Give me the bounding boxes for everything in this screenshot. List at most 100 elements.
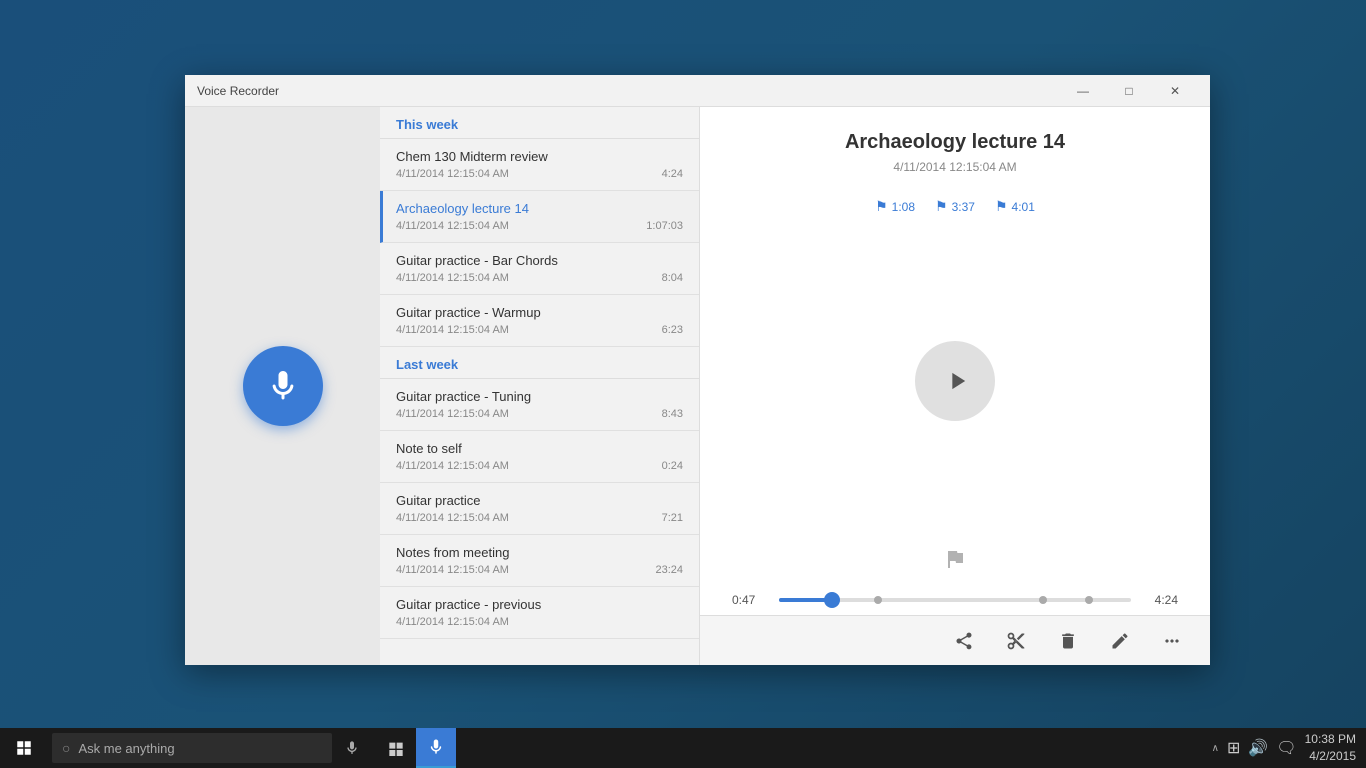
clock-date: 4/2/2015 bbox=[1305, 748, 1356, 765]
more-button[interactable] bbox=[1154, 623, 1190, 659]
taskbar-clock: 10:38 PM 4/2/2015 bbox=[1305, 731, 1356, 765]
flag-icon-1: ⚑ bbox=[875, 198, 888, 215]
recording-duration: 8:43 bbox=[662, 408, 683, 420]
recording-meta: 4/11/2014 12:15:04 AM 8:43 bbox=[396, 408, 683, 420]
share-button[interactable] bbox=[946, 623, 982, 659]
recording-name: Guitar practice - Tuning bbox=[396, 389, 683, 404]
maximize-button[interactable]: □ bbox=[1106, 75, 1152, 107]
share-icon bbox=[954, 631, 974, 651]
recording-name: Guitar practice bbox=[396, 493, 683, 508]
search-icon: ○ bbox=[62, 740, 70, 756]
taskbar-right: ∧ ⊞ 🔊 🗨 10:38 PM 4/2/2015 bbox=[1202, 731, 1366, 765]
trim-icon bbox=[1006, 631, 1026, 651]
recording-duration: 7:21 bbox=[662, 512, 683, 524]
marker-dot-2 bbox=[1039, 596, 1047, 604]
record-button[interactable] bbox=[243, 346, 323, 426]
voice-recorder-icon bbox=[427, 738, 445, 756]
add-marker-button[interactable] bbox=[943, 547, 967, 577]
app-content: This week Chem 130 Midterm review 4/11/2… bbox=[185, 107, 1210, 665]
marker-dot-1 bbox=[874, 596, 882, 604]
recording-date: 4/11/2014 12:15:04 AM bbox=[396, 408, 509, 420]
recording-duration: 1:07:03 bbox=[646, 220, 683, 232]
marker-2[interactable]: ⚑ 3:37 bbox=[935, 198, 975, 215]
list-item[interactable]: Notes from meeting 4/11/2014 12:15:04 AM… bbox=[380, 535, 699, 587]
windows-icon bbox=[15, 739, 33, 757]
task-view-icon bbox=[388, 740, 404, 756]
progress-area: 0:47 4:24 bbox=[700, 585, 1210, 615]
recording-name: Guitar practice - previous bbox=[396, 597, 683, 612]
marker-time-2: 3:37 bbox=[952, 200, 975, 214]
desktop: Voice Recorder — □ ✕ This week bbox=[0, 0, 1366, 768]
app-title: Voice Recorder bbox=[197, 84, 1060, 98]
taskbar-buttons bbox=[376, 728, 456, 768]
play-area bbox=[700, 223, 1210, 539]
marker-time-3: 4:01 bbox=[1012, 200, 1035, 214]
progress-bar[interactable] bbox=[779, 598, 1131, 602]
marker-3[interactable]: ⚑ 4:01 bbox=[995, 198, 1035, 215]
bottom-toolbar bbox=[700, 615, 1210, 665]
volume-icon: 🔊 bbox=[1248, 738, 1268, 758]
clock-time: 10:38 PM bbox=[1305, 731, 1356, 748]
recording-name: Notes from meeting bbox=[396, 545, 683, 560]
minimize-button[interactable]: — bbox=[1060, 75, 1106, 107]
taskbar-mic-button[interactable] bbox=[332, 728, 372, 768]
progress-thumb[interactable] bbox=[824, 592, 840, 608]
list-item[interactable]: Guitar practice 4/11/2014 12:15:04 AM 7:… bbox=[380, 483, 699, 535]
detail-date: 4/11/2014 12:15:04 AM bbox=[732, 160, 1178, 174]
flag-icon-3: ⚑ bbox=[995, 198, 1008, 215]
more-icon bbox=[1162, 631, 1182, 651]
list-item[interactable]: Guitar practice - Tuning 4/11/2014 12:15… bbox=[380, 379, 699, 431]
rename-icon bbox=[1110, 631, 1130, 651]
recording-duration: 0:24 bbox=[662, 460, 683, 472]
close-button[interactable]: ✕ bbox=[1152, 75, 1198, 107]
detail-panel: Archaeology lecture 14 4/11/2014 12:15:0… bbox=[700, 107, 1210, 665]
recording-meta: 4/11/2014 12:15:04 AM bbox=[396, 616, 683, 628]
list-item[interactable]: Archaeology lecture 14 4/11/2014 12:15:0… bbox=[380, 191, 699, 243]
search-placeholder: Ask me anything bbox=[78, 741, 174, 756]
recording-date: 4/11/2014 12:15:04 AM bbox=[396, 564, 509, 576]
taskbar-mic-icon bbox=[344, 740, 360, 756]
recording-duration: 4:24 bbox=[662, 168, 683, 180]
recording-date: 4/11/2014 12:15:04 AM bbox=[396, 616, 509, 628]
taskbar-search[interactable]: ○ Ask me anything bbox=[52, 733, 332, 763]
list-item[interactable]: Chem 130 Midterm review 4/11/2014 12:15:… bbox=[380, 139, 699, 191]
recording-name: Guitar practice - Warmup bbox=[396, 305, 683, 320]
play-button[interactable] bbox=[915, 341, 995, 421]
section-last-week: Last week bbox=[380, 347, 699, 379]
voice-recorder-taskbar[interactable] bbox=[416, 728, 456, 768]
recording-duration: 23:24 bbox=[655, 564, 683, 576]
recording-date: 4/11/2014 12:15:04 AM bbox=[396, 168, 509, 180]
markers-area: ⚑ 1:08 ⚑ 3:37 ⚑ 4:01 bbox=[700, 190, 1210, 223]
list-item[interactable]: Guitar practice - Warmup 4/11/2014 12:15… bbox=[380, 295, 699, 347]
recording-duration: 8:04 bbox=[662, 272, 683, 284]
delete-button[interactable] bbox=[1050, 623, 1086, 659]
recording-name: Note to self bbox=[396, 441, 683, 456]
list-item[interactable]: Guitar practice - Bar Chords 4/11/2014 1… bbox=[380, 243, 699, 295]
task-view-button[interactable] bbox=[376, 728, 416, 768]
sidebar-left bbox=[185, 107, 380, 665]
list-item[interactable]: Guitar practice - previous 4/11/2014 12:… bbox=[380, 587, 699, 639]
recording-list[interactable]: This week Chem 130 Midterm review 4/11/2… bbox=[380, 107, 700, 665]
total-time: 4:24 bbox=[1143, 593, 1178, 607]
recording-name: Archaeology lecture 14 bbox=[396, 201, 683, 216]
marker-1[interactable]: ⚑ 1:08 bbox=[875, 198, 915, 215]
recording-name: Chem 130 Midterm review bbox=[396, 149, 683, 164]
recording-meta: 4/11/2014 12:15:04 AM 4:24 bbox=[396, 168, 683, 180]
flag-icon-2: ⚑ bbox=[935, 198, 948, 215]
list-item[interactable]: Note to self 4/11/2014 12:15:04 AM 0:24 bbox=[380, 431, 699, 483]
recording-meta: 4/11/2014 12:15:04 AM 8:04 bbox=[396, 272, 683, 284]
flag-add-icon bbox=[943, 547, 967, 571]
recording-date: 4/11/2014 12:15:04 AM bbox=[396, 324, 509, 336]
start-button[interactable] bbox=[0, 728, 48, 768]
marker-dot-3 bbox=[1085, 596, 1093, 604]
recording-meta: 4/11/2014 12:15:04 AM 7:21 bbox=[396, 512, 683, 524]
recording-date: 4/11/2014 12:15:04 AM bbox=[396, 512, 509, 524]
detail-title: Archaeology lecture 14 bbox=[732, 131, 1178, 154]
recording-name: Guitar practice - Bar Chords bbox=[396, 253, 683, 268]
section-this-week: This week bbox=[380, 107, 699, 139]
trim-button[interactable] bbox=[998, 623, 1034, 659]
recording-date: 4/11/2014 12:15:04 AM bbox=[396, 460, 509, 472]
rename-button[interactable] bbox=[1102, 623, 1138, 659]
window-controls: — □ ✕ bbox=[1060, 75, 1198, 107]
notification-chevron[interactable]: ∧ bbox=[1212, 743, 1219, 754]
